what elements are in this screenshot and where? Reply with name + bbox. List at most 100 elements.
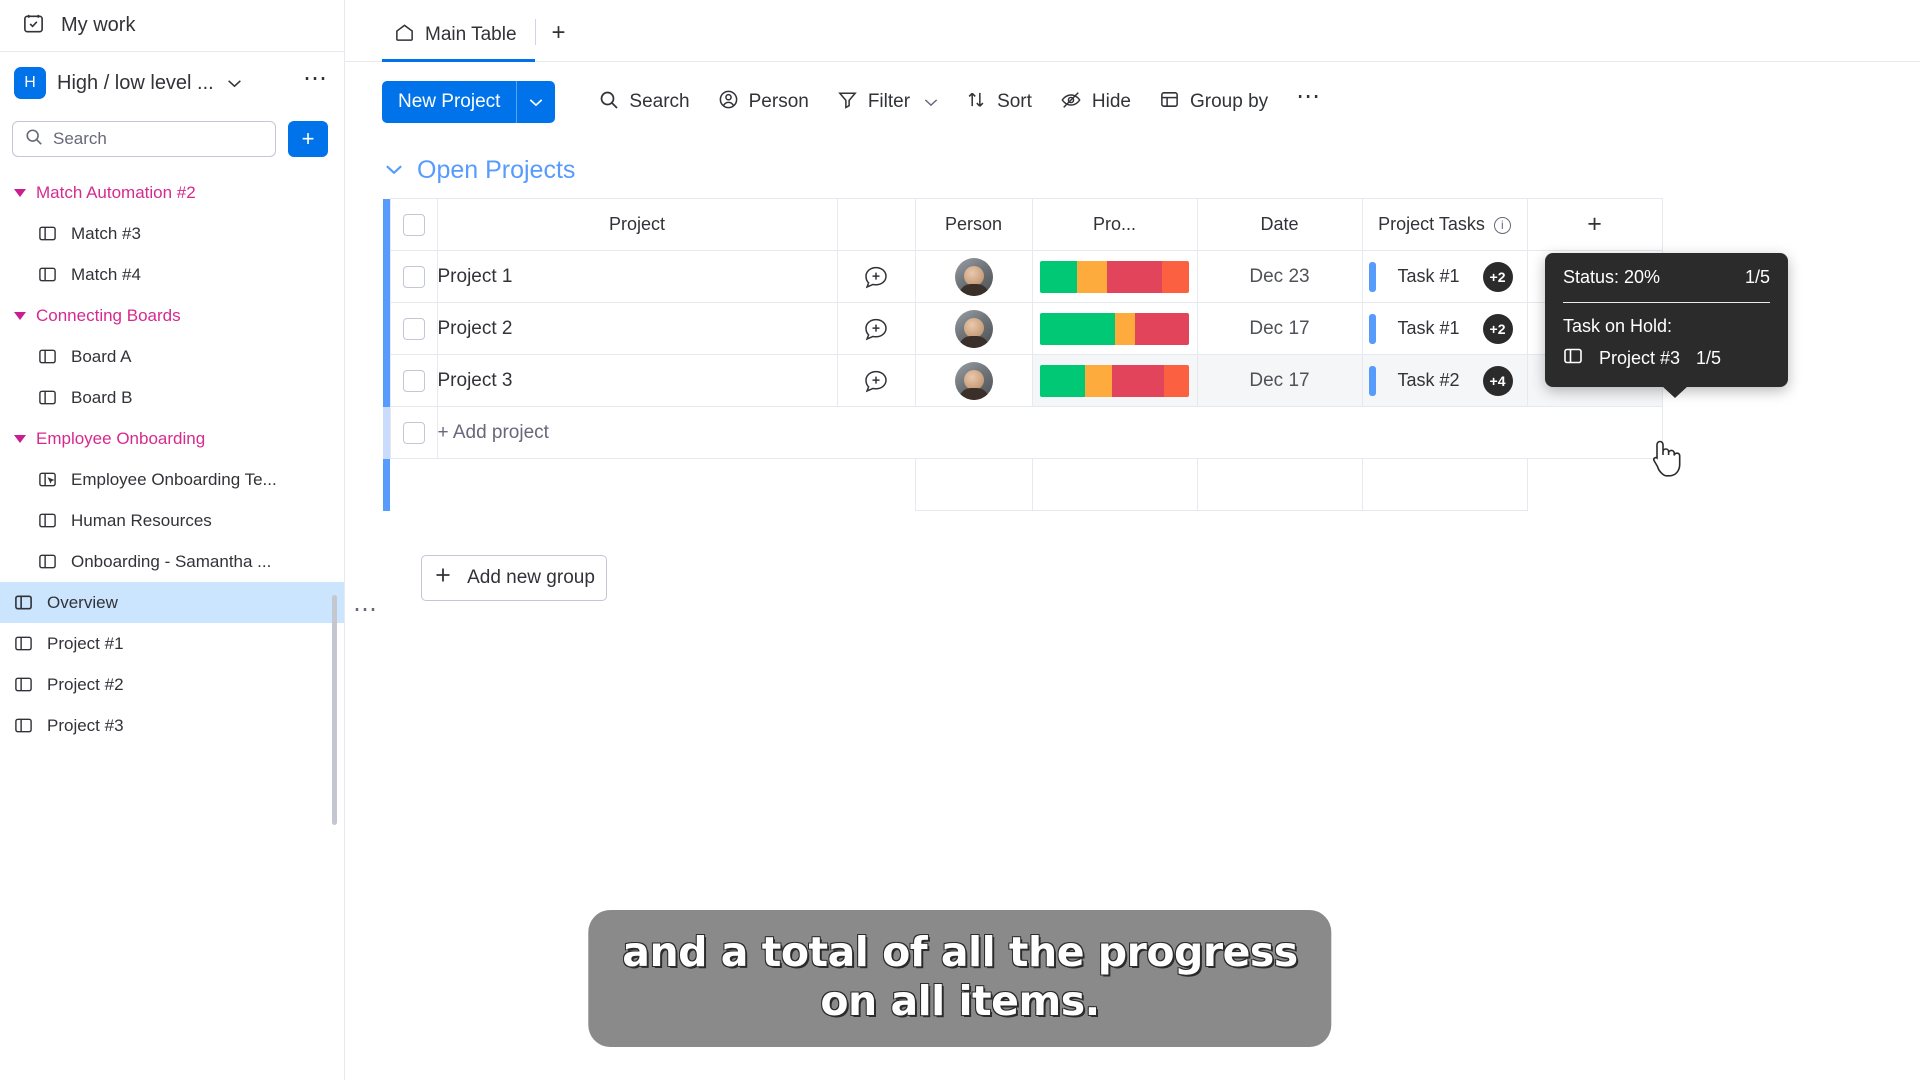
cell-date[interactable]: Dec 17	[1196, 354, 1363, 407]
sidebar-item-board-b[interactable]: Board B	[0, 377, 344, 418]
search-icon	[25, 128, 43, 151]
caret-down-icon[interactable]	[14, 434, 26, 443]
cell-progress[interactable]	[1031, 302, 1198, 355]
table-row[interactable]: Project 2 Dec 17 Task #1 +2	[383, 302, 1663, 355]
cell-updates[interactable]	[836, 302, 916, 355]
column-header-progress[interactable]: Pro...	[1031, 198, 1198, 251]
table-row[interactable]: Project 1 Dec 23 Task #1 +2	[383, 250, 1663, 303]
task-overflow-badge[interactable]: +4	[1482, 365, 1513, 396]
sidebar-item-onboarding-samantha[interactable]: Onboarding - Samantha ...	[0, 541, 344, 582]
toolbar-hide-button[interactable]: Hide	[1046, 81, 1145, 124]
caret-down-icon[interactable]	[14, 188, 26, 197]
board-header[interactable]: H High / low level ... ⋯	[0, 52, 344, 114]
cell-date[interactable]: Dec 23	[1196, 250, 1363, 303]
column-header-person[interactable]: Person	[914, 198, 1033, 251]
sidebar-item-label: Project #2	[47, 674, 124, 694]
board-icon	[38, 265, 57, 284]
sidebar-item-project-3[interactable]: Project #3	[0, 705, 344, 746]
add-update-icon[interactable]	[863, 368, 889, 394]
sidebar-item-employee-onboarding-template[interactable]: Employee Onboarding Te...	[0, 459, 344, 500]
add-update-icon[interactable]	[863, 264, 889, 290]
toolbar-groupby-button[interactable]: Group by	[1145, 81, 1282, 123]
add-column-button[interactable]: +	[1526, 198, 1663, 251]
row-checkbox-cell[interactable]	[389, 302, 438, 355]
group-header-open-projects[interactable]: Open Projects	[345, 142, 1920, 198]
column-header-date[interactable]: Date	[1196, 198, 1363, 251]
cell-tasks[interactable]: Task #1 +2	[1361, 302, 1528, 355]
summary-tasks	[1361, 458, 1528, 511]
add-tab-button[interactable]: +	[536, 19, 582, 61]
row-checkbox-cell[interactable]	[389, 250, 438, 303]
sidebar-item-match-3[interactable]: Match #3	[0, 213, 344, 254]
sidebar-item-match-4[interactable]: Match #4	[0, 254, 344, 295]
chevron-down-icon[interactable]	[385, 159, 403, 181]
sidebar-folder-connecting-boards[interactable]: Connecting Boards	[0, 295, 344, 336]
cell-progress[interactable]	[1031, 250, 1198, 303]
toolbar-sort-button[interactable]: Sort	[952, 81, 1046, 123]
person-icon	[718, 89, 739, 115]
cell-tasks[interactable]: Task #1 +2	[1361, 250, 1528, 303]
column-header-updates[interactable]	[836, 198, 916, 251]
sidebar-item-label: Project #1	[47, 633, 124, 653]
sidebar-add-button[interactable]: +	[288, 121, 328, 157]
cell-project-name[interactable]: Project 3	[436, 354, 838, 407]
add-new-group-button[interactable]: Add new group	[421, 555, 607, 601]
add-project-label[interactable]: + Add project	[436, 406, 1663, 459]
chevron-down-icon[interactable]	[227, 76, 242, 91]
tab-main-table[interactable]: Main Table	[382, 22, 535, 62]
toolbar-search-button[interactable]: Search	[585, 82, 703, 123]
sidebar-item-board-a[interactable]: Board A	[0, 336, 344, 377]
column-header-project-tasks[interactable]: Project Tasks i	[1361, 198, 1528, 251]
cell-project-name[interactable]: Project 2	[436, 302, 838, 355]
progress-segment-yellow	[1084, 364, 1112, 397]
sidebar-item-project-1[interactable]: Project #1	[0, 623, 344, 664]
row-checkbox[interactable]	[402, 369, 425, 392]
sidebar-search-input[interactable]: Search	[12, 121, 276, 157]
cell-project-name[interactable]: Project 1	[436, 250, 838, 303]
sidebar-nav: Match Automation #2 Match #3 Match #4 Co…	[0, 164, 344, 746]
toolbar-filter-button[interactable]: Filter	[823, 81, 952, 123]
row-menu-icon[interactable]: ⋯	[353, 598, 377, 622]
chevron-down-icon[interactable]	[924, 94, 938, 110]
add-new-group-label: Add new group	[467, 567, 595, 588]
task-overflow-badge[interactable]: +2	[1482, 261, 1513, 292]
sidebar-scrollbar[interactable]	[332, 595, 337, 825]
caret-down-icon[interactable]	[14, 311, 26, 320]
row-checkbox-cell[interactable]	[389, 406, 438, 459]
select-all-cell[interactable]	[389, 198, 438, 251]
table-row[interactable]: Project 3 Dec 17 Task #2 +4	[383, 354, 1663, 407]
progress-segment-yellow	[1077, 260, 1108, 293]
board-menu-icon[interactable]: ⋯	[303, 67, 328, 91]
row-checkbox[interactable]	[402, 317, 425, 340]
column-header-project[interactable]: Project	[436, 198, 838, 251]
sidebar-item-human-resources[interactable]: Human Resources	[0, 500, 344, 541]
cell-person[interactable]	[914, 302, 1033, 355]
row-checkbox[interactable]	[402, 421, 425, 444]
add-project-row[interactable]: + Add project	[383, 406, 1663, 459]
row-checkbox-cell[interactable]	[389, 354, 438, 407]
info-icon[interactable]: i	[1493, 217, 1511, 234]
cell-updates[interactable]	[836, 250, 916, 303]
sidebar-item-project-2[interactable]: Project #2	[0, 664, 344, 705]
task-overflow-badge[interactable]: +2	[1482, 313, 1513, 344]
new-project-button[interactable]: New Project	[382, 81, 556, 123]
progress-bar	[1040, 260, 1189, 293]
select-all-checkbox[interactable]	[402, 213, 425, 236]
cell-progress[interactable]	[1031, 354, 1198, 407]
cell-updates[interactable]	[836, 354, 916, 407]
cell-date[interactable]: Dec 17	[1196, 302, 1363, 355]
status-tooltip: Status: 20% 1/5 Task on Hold: Project #3…	[1545, 253, 1788, 398]
toolbar-more-button[interactable]: ⋯	[1282, 85, 1334, 112]
cell-tasks[interactable]: Task #2 +4	[1361, 354, 1528, 407]
toolbar-person-button[interactable]: Person	[704, 81, 823, 123]
row-checkbox[interactable]	[402, 265, 425, 288]
cell-person[interactable]	[914, 250, 1033, 303]
sidebar-item-overview[interactable]: Overview	[0, 582, 344, 623]
chevron-down-icon[interactable]	[517, 94, 555, 111]
cell-person[interactable]	[914, 354, 1033, 407]
sidebar-folder-employee-onboarding[interactable]: Employee Onboarding	[0, 418, 344, 459]
sidebar-folder-match-automation-2[interactable]: Match Automation #2	[0, 172, 344, 213]
board-title: High / low level ...	[57, 71, 214, 94]
add-update-icon[interactable]	[863, 316, 889, 342]
my-work-nav-item[interactable]: My work	[0, 0, 344, 52]
